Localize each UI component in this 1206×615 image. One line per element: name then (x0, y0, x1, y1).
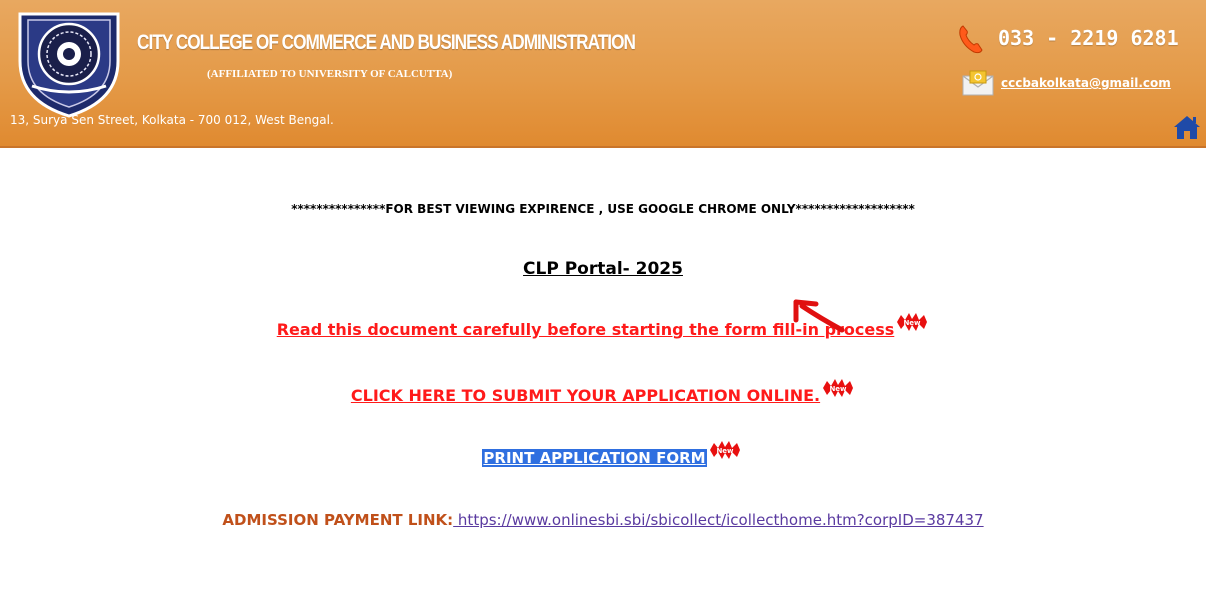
payment-label: ADMISSION PAYMENT LINK: (222, 511, 454, 529)
red-arrow-icon (793, 299, 845, 333)
submit-application-link[interactable]: CLICK HERE TO SUBMIT YOUR APPLICATION ON… (351, 386, 820, 405)
portal-title: CLP Portal- 2025 (523, 259, 683, 279)
email-link[interactable]: cccbakolkata@gmail.com (1001, 76, 1171, 90)
svg-text:New: New (904, 319, 922, 327)
phone-number: 033 - 2219 6281 (998, 26, 1179, 50)
payment-url-link[interactable]: https://www.onlinesbi.sbi/sbicollect/ico… (453, 511, 984, 529)
new-badge-icon: New (709, 441, 740, 459)
print-row: PRINT APPLICATION FORM New (0, 441, 1206, 468)
svg-text:New: New (716, 447, 734, 455)
submit-row: CLICK HERE TO SUBMIT YOUR APPLICATION ON… (0, 379, 1206, 406)
college-name: CITY COLLEGE OF COMMERCE AND BUSINESS AD… (137, 31, 636, 54)
new-badge-icon: New (897, 313, 928, 331)
site-header: CITY COLLEGE OF COMMERCE AND BUSINESS AD… (0, 0, 1206, 148)
payment-row: ADMISSION PAYMENT LINK: https://www.onli… (0, 510, 1206, 529)
mail-icon (962, 70, 994, 96)
college-logo-icon (18, 12, 120, 118)
phone-icon (959, 25, 983, 54)
svg-text:New: New (830, 385, 848, 393)
print-application-link[interactable]: PRINT APPLICATION FORM (482, 449, 707, 467)
home-icon[interactable] (1172, 114, 1202, 140)
new-badge-icon: New (823, 379, 854, 397)
college-address: 13, Surya Sen Street, Kolkata - 700 012,… (10, 113, 334, 127)
affiliation-text: (AFFILIATED TO UNIVERSITY OF CALCUTTA) (207, 68, 453, 80)
browser-notice: ***************FOR BEST VIEWING EXPIRENC… (291, 202, 915, 216)
read-document-row: Read this document carefully before star… (0, 313, 1206, 340)
